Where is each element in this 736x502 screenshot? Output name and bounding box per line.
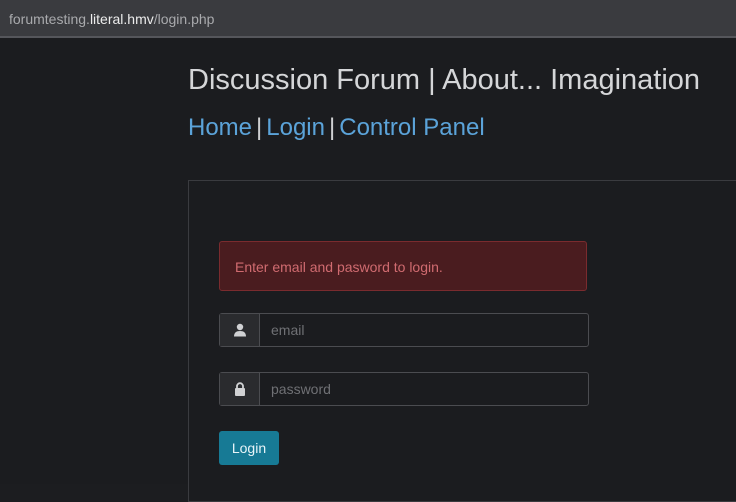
nav-home-link[interactable]: Home: [188, 114, 252, 141]
address-bar[interactable]: forumtesting.literal.hmv/login.php: [0, 0, 736, 38]
site-title: Discussion Forum | About... Imagination: [188, 64, 701, 96]
nav-separator: |: [329, 114, 336, 141]
url-domain: literal.hmv: [89, 11, 154, 27]
password-input[interactable]: [260, 373, 588, 405]
password-input-group: [219, 372, 589, 406]
email-input-group: [219, 313, 589, 347]
email-input[interactable]: [260, 314, 588, 346]
nav-separator: |: [256, 114, 263, 141]
url-text[interactable]: forumtesting.literal.hmv/login.php: [9, 11, 214, 27]
login-alert: Enter email and pasword to login.: [219, 241, 587, 291]
user-icon: [220, 314, 260, 346]
nav-control-panel-link[interactable]: Control Panel: [339, 114, 484, 141]
url-path: /login.php: [153, 11, 215, 27]
nav-login-link[interactable]: Login: [266, 114, 325, 141]
login-button[interactable]: Login: [219, 431, 279, 465]
url-prefix: forumtesting.: [9, 11, 90, 27]
lock-icon: [220, 373, 260, 405]
login-panel: Enter email and pasword to login. Login: [188, 180, 736, 502]
page-content: Discussion Forum | About... Imagination …: [0, 38, 736, 502]
main-nav: Home | Login | Control Panel: [188, 114, 485, 142]
